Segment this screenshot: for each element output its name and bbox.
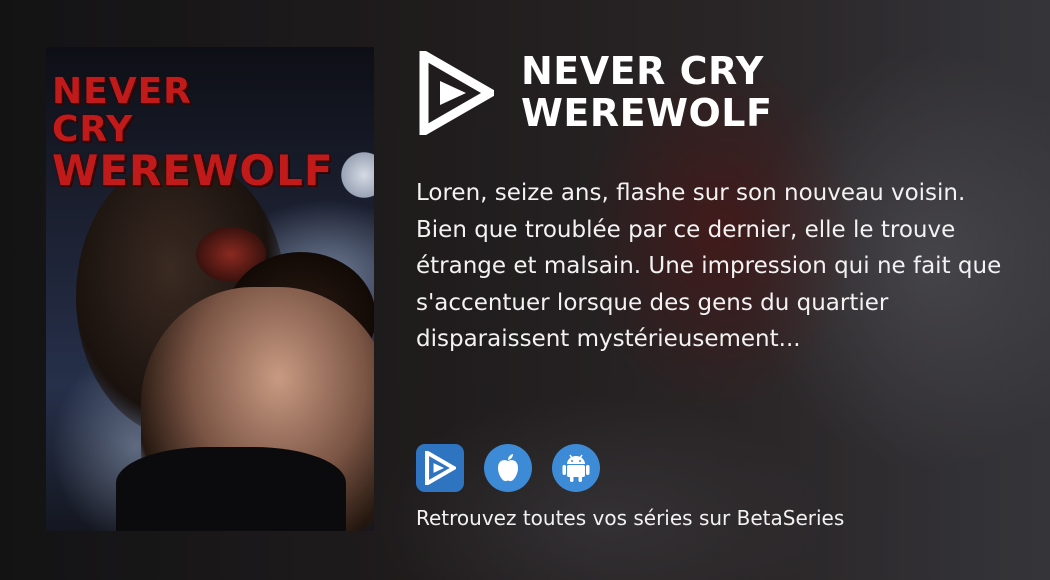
poster-title-line1: NEVER CRY xyxy=(52,71,192,150)
footer-tagline: Retrouvez toutes vos séries sur BetaSeri… xyxy=(416,506,845,530)
app-links xyxy=(416,444,600,492)
show-title-line1: NEVER CRY xyxy=(521,49,764,93)
poster-title: NEVER CRY WEREWOLF xyxy=(52,71,334,195)
show-description: Loren, seize ans, flashe sur son nouveau… xyxy=(416,180,1002,352)
apple-app-button[interactable] xyxy=(484,444,532,492)
android-icon xyxy=(562,454,590,482)
betaseries-app-button[interactable] xyxy=(416,444,464,492)
show-title-line2: WEREWOLF xyxy=(521,91,773,135)
poster-title-line2: WEREWOLF xyxy=(52,145,334,195)
betaseries-logo-icon xyxy=(419,51,494,135)
betaseries-icon xyxy=(425,451,456,485)
android-app-button[interactable] xyxy=(552,444,600,492)
show-poster: NEVER CRY WEREWOLF xyxy=(46,47,374,531)
show-title: NEVER CRY WEREWOLF xyxy=(521,50,1021,134)
apple-icon xyxy=(498,454,518,482)
poster-clothing xyxy=(116,447,346,531)
